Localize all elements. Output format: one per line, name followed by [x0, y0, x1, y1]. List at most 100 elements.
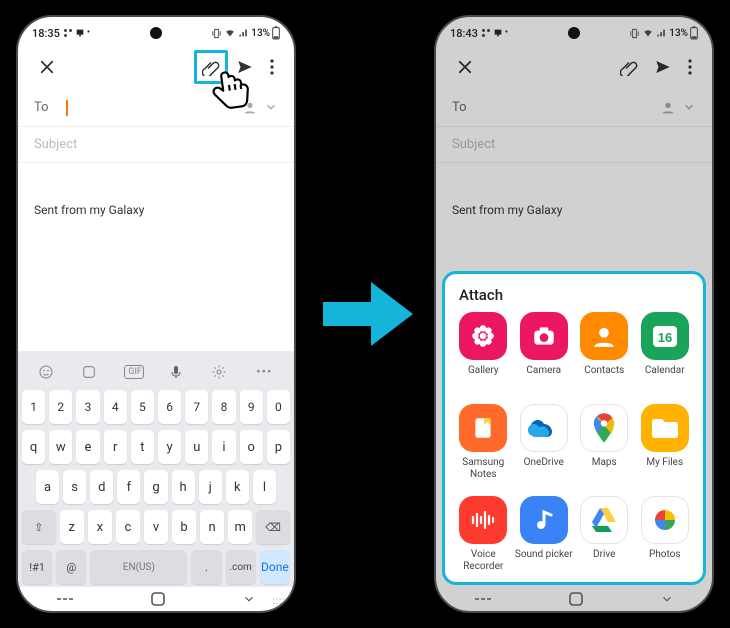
emoji-icon[interactable] [38, 364, 58, 380]
attach-option-my-files[interactable]: My Files [635, 404, 696, 490]
attach-option-camera[interactable]: Camera [514, 312, 575, 398]
key-o[interactable]: o [240, 430, 263, 464]
key-2[interactable]: 2 [49, 390, 72, 424]
attach-option-drive[interactable]: Drive [574, 496, 635, 582]
tap-gesture-icon [205, 63, 257, 115]
key-v[interactable]: v [144, 510, 168, 544]
keyboard-settings-icon[interactable] [211, 364, 231, 380]
key-c[interactable]: c [116, 510, 140, 544]
on-screen-keyboard[interactable]: GIF ••• 1234567890 qwertyuiop asdfghjkl … [18, 351, 294, 587]
keyboard-more-icon[interactable]: ••• [254, 365, 274, 380]
subject-placeholder: Subject [452, 137, 495, 152]
key-0[interactable]: 0 [267, 390, 290, 424]
sticker-icon[interactable] [81, 364, 101, 380]
subject-field[interactable]: Subject [436, 127, 712, 163]
close-icon[interactable] [448, 50, 482, 84]
nav-home-icon[interactable] [150, 591, 166, 607]
key-shift[interactable]: ⇧ [22, 510, 56, 544]
key-9[interactable]: 9 [240, 390, 263, 424]
key-backspace[interactable]: ⌫ [256, 510, 290, 544]
attach-option-contacts[interactable]: Contacts [574, 312, 635, 398]
key-z[interactable]: z [60, 510, 84, 544]
key-1[interactable]: 1 [22, 390, 45, 424]
subject-field[interactable]: Subject [18, 127, 294, 163]
key-j[interactable]: j [199, 470, 222, 504]
key-at[interactable]: @ [56, 550, 86, 584]
key-spacebar[interactable]: EN(US) [90, 550, 187, 584]
key-5[interactable]: 5 [131, 390, 154, 424]
key-a[interactable]: a [36, 470, 59, 504]
attach-option-sound-picker[interactable]: Sound picker [514, 496, 575, 582]
attach-option-label: Gallery [468, 365, 499, 377]
nav-home-icon[interactable] [568, 591, 584, 607]
send-icon[interactable] [646, 50, 680, 84]
key-7[interactable]: 7 [185, 390, 208, 424]
attach-icon[interactable] [612, 50, 646, 84]
attach-option-label: Contacts [584, 365, 624, 377]
subject-placeholder: Subject [34, 137, 77, 152]
key-h[interactable]: h [172, 470, 195, 504]
attach-option-calendar[interactable]: 16 Calendar [635, 312, 696, 398]
nav-recents-icon[interactable] [56, 593, 74, 605]
to-field-row[interactable]: To [436, 89, 712, 127]
key-6[interactable]: 6 [158, 390, 181, 424]
key-y[interactable]: y [158, 430, 181, 464]
attach-option-gallery[interactable]: Gallery [453, 312, 514, 398]
attach-option-onedrive[interactable]: OneDrive [514, 404, 575, 490]
key-w[interactable]: w [49, 430, 72, 464]
key-x[interactable]: x [88, 510, 112, 544]
expand-recipients-icon[interactable] [264, 100, 278, 116]
attach-option-label: Calendar [645, 365, 685, 377]
key-4[interactable]: 4 [104, 390, 127, 424]
key-l[interactable]: l [253, 470, 276, 504]
email-body[interactable]: Sent from my Galaxy [18, 163, 294, 227]
keyboard-switcher-icon[interactable]: :::: [272, 596, 286, 607]
key-f[interactable]: f [117, 470, 140, 504]
camera-notch [568, 27, 580, 39]
wave-icon [459, 496, 507, 544]
contact-picker-icon[interactable] [660, 100, 676, 116]
svg-text:16: 16 [658, 330, 672, 345]
attach-option-samsung-notes[interactable]: Samsung Notes [453, 404, 514, 490]
more-icon[interactable] [680, 50, 700, 84]
key-done[interactable]: Done [260, 550, 290, 584]
email-signature: Sent from my Galaxy [34, 203, 144, 217]
key-p[interactable]: p [267, 430, 290, 464]
key-k[interactable]: k [226, 470, 249, 504]
key-s[interactable]: s [63, 470, 86, 504]
key-3[interactable]: 3 [76, 390, 99, 424]
key-e[interactable]: e [76, 430, 99, 464]
attach-option-photos[interactable]: Photos [635, 496, 696, 582]
key-period[interactable]: . [191, 550, 221, 584]
key-n[interactable]: n [200, 510, 224, 544]
key-d[interactable]: d [90, 470, 113, 504]
key-i[interactable]: i [212, 430, 235, 464]
expand-recipients-icon[interactable] [682, 100, 696, 116]
more-icon[interactable] [262, 50, 282, 84]
key-r[interactable]: r [104, 430, 127, 464]
keyboard-row-zxcv: ⇧zxcvbnm⌫ [18, 507, 294, 547]
key-8[interactable]: 8 [212, 390, 235, 424]
attach-option-label: Voice Recorder [453, 549, 514, 572]
key-u[interactable]: u [185, 430, 208, 464]
voice-input-icon[interactable] [168, 364, 188, 380]
close-icon[interactable] [30, 50, 64, 84]
gif-icon[interactable]: GIF [124, 365, 144, 379]
to-label: To [34, 100, 62, 115]
key-q[interactable]: q [22, 430, 45, 464]
key-symbols[interactable]: !#1 [22, 550, 52, 584]
key-b[interactable]: b [172, 510, 196, 544]
nav-back-icon[interactable] [242, 592, 256, 606]
attach-option-voice-recorder[interactable]: Voice Recorder [453, 496, 514, 582]
attach-option-maps[interactable]: Maps [574, 404, 635, 490]
nav-back-icon[interactable] [660, 592, 674, 606]
email-body[interactable]: Sent from my Galaxy [436, 163, 712, 227]
key-dotcom[interactable]: .com [226, 550, 256, 584]
attach-option-label: Photos [649, 549, 681, 561]
status-signal-icon [656, 28, 667, 38]
nav-recents-icon[interactable] [474, 593, 492, 605]
key-g[interactable]: g [144, 470, 167, 504]
key-t[interactable]: t [131, 430, 154, 464]
android-nav-bar [436, 587, 712, 611]
key-m[interactable]: m [228, 510, 252, 544]
